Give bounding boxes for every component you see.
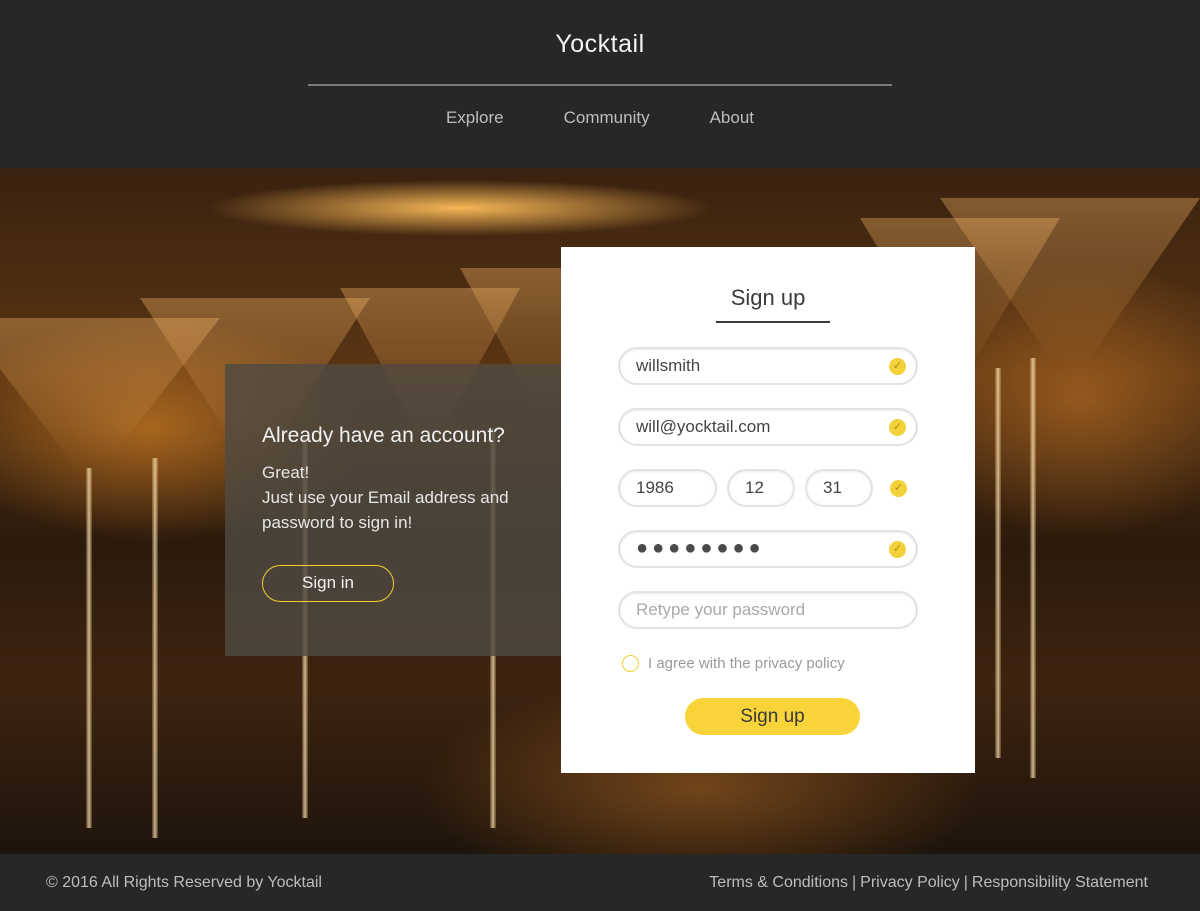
signin-prompt-text: Great! Just use your Email address and p… [262, 460, 552, 535]
signin-button[interactable]: Sign in [262, 565, 394, 602]
site-footer: © 2016 All Rights Reserved by Yocktail T… [0, 854, 1200, 911]
signup-title: Sign up [730, 285, 806, 310]
signup-card: Sign up willsmith ✓ will@yocktail.com ✓ … [561, 247, 975, 773]
retype-password-placeholder: Retype your password [636, 600, 806, 619]
password-mask: ●●●●●●●● [636, 537, 765, 559]
signin-prompt-title: Already have an account? [262, 424, 505, 447]
birth-year-field[interactable]: 1986 [618, 469, 717, 507]
signin-prompt-line2: Just use your Email address and password… [262, 488, 509, 532]
birth-day-value: 31 [823, 478, 842, 497]
hero-background: Already have an account? Great! Just use… [0, 168, 1200, 854]
header-divider [308, 84, 892, 86]
email-value: will@yocktail.com [636, 417, 771, 436]
footer-link-privacy[interactable]: Privacy Policy [860, 874, 960, 891]
birth-month-value: 12 [745, 478, 764, 497]
copyright-text: © 2016 All Rights Reserved by Yocktail [46, 874, 322, 891]
nav-community[interactable]: Community [564, 108, 650, 128]
signin-prompt-panel: Already have an account? Great! Just use… [225, 364, 561, 656]
email-field[interactable]: will@yocktail.com [618, 408, 918, 446]
retype-password-field[interactable]: Retype your password [618, 591, 918, 629]
privacy-agree-checkbox[interactable] [622, 655, 639, 672]
signup-button[interactable]: Sign up [685, 698, 860, 735]
glass-stem [86, 468, 92, 828]
glass-stem [152, 458, 158, 838]
password-field[interactable]: ●●●●●●●● [618, 530, 918, 568]
footer-separator: | [963, 874, 968, 891]
check-icon: ✓ [890, 480, 907, 497]
glass-stem [1030, 358, 1036, 778]
signup-title-underline [716, 321, 830, 323]
brand-title[interactable]: Yocktail [0, 30, 1200, 59]
nav-explore[interactable]: Explore [446, 108, 504, 128]
site-header: Yocktail Explore Community About [0, 0, 1200, 168]
check-icon: ✓ [889, 541, 906, 558]
main-nav: Explore Community About [0, 108, 1200, 128]
birth-year-value: 1986 [636, 478, 674, 497]
check-icon: ✓ [889, 419, 906, 436]
glass-stem [995, 368, 1001, 758]
username-field[interactable]: willsmith [618, 347, 918, 385]
footer-separator: | [852, 874, 857, 891]
footer-links: Terms & Conditions | Privacy Policy | Respon… [709, 874, 1148, 892]
footer-link-responsibility[interactable]: Responsibility Statement [972, 874, 1148, 891]
birth-day-field[interactable]: 31 [805, 469, 873, 507]
privacy-agree-label[interactable]: I agree with the privacy policy [648, 655, 845, 672]
birth-month-field[interactable]: 12 [727, 469, 795, 507]
signin-prompt-line1: Great! [262, 463, 310, 482]
footer-link-terms[interactable]: Terms & Conditions [709, 874, 848, 891]
nav-about[interactable]: About [710, 108, 754, 128]
username-value: willsmith [636, 356, 701, 375]
check-icon: ✓ [889, 358, 906, 375]
